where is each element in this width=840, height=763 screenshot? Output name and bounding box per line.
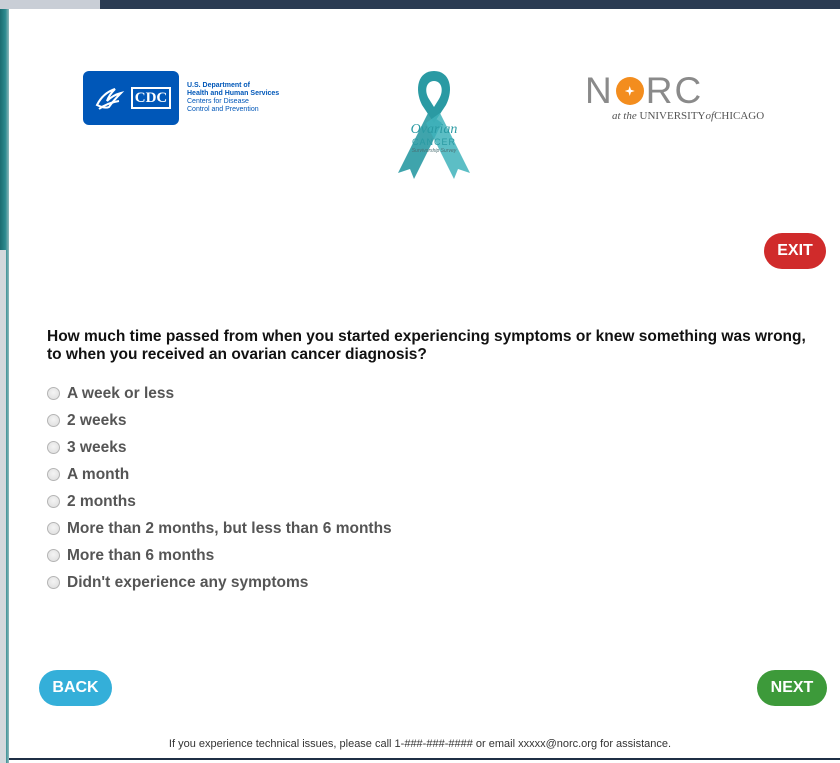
option-2-weeks[interactable]: 2 weeks [47,407,392,434]
cdc-badge-text: CDC [131,87,171,109]
option-3-weeks[interactable]: 3 weeks [47,434,392,461]
norc-sub-of: of [705,110,715,122]
radio-button[interactable] [47,468,60,481]
radio-button[interactable] [47,576,60,589]
option-2-to-6-months[interactable]: More than 2 months, but less than 6 mont… [47,515,392,542]
radio-button[interactable] [47,549,60,562]
norc-sub-university: UNIVERSITY [639,110,706,122]
cdc-caption-line1: U.S. Department of [187,82,251,89]
norc-logo: N RC at the UNIVERSITYofCHICAGO [585,72,785,124]
option-a-month[interactable]: A month [47,461,392,488]
question-text: How much time passed from when you start… [47,328,806,363]
norc-letters-rc: RC [645,70,704,111]
answer-options: A week or less 2 weeks 3 weeks A month 2… [47,380,392,596]
option-label[interactable]: 2 months [67,493,136,511]
option-label[interactable]: More than 6 months [67,547,214,565]
radio-button[interactable] [47,495,60,508]
cdc-caption-line4: Control and Prevention [187,106,259,113]
option-label[interactable]: 2 weeks [67,412,126,430]
radio-button[interactable] [47,414,60,427]
cdc-caption-line3: Centers for Disease [187,98,249,105]
ribbon-subtitle: CANCER [411,137,456,147]
option-more-than-6-months[interactable]: More than 6 months [47,542,392,569]
option-week-or-less[interactable]: A week or less [47,380,392,407]
option-label[interactable]: A month [67,466,129,484]
back-button[interactable]: BACK [39,670,112,706]
radio-button[interactable] [47,441,60,454]
ribbon-caption: Survivorship Survey [411,148,457,154]
norc-letter-n: N [585,70,614,111]
next-button[interactable]: NEXT [757,670,827,706]
norc-wordmark: N RC [585,72,785,110]
option-no-symptoms[interactable]: Didn't experience any symptoms [47,569,392,596]
norc-sub-prefix: at the [612,110,637,122]
norc-star-icon [615,77,644,105]
norc-sub-chicago: CHICAGO [714,110,765,122]
option-label[interactable]: More than 2 months, but less than 6 mont… [67,520,392,538]
option-2-months[interactable]: 2 months [47,488,392,515]
cdc-caption-line2: Health and Human Services [187,90,280,97]
window-bottom-edge [9,758,840,760]
cdc-logo: CDC U.S. Department of Health and Human … [83,71,279,125]
radio-button[interactable] [47,387,60,400]
support-footer: If you experience technical issues, plea… [168,738,672,750]
ovarian-cancer-survey-logo: Ovarian CANCER Survivorship Survey [384,65,484,180]
ribbon-title: Ovarian [410,122,458,137]
hhs-eagle-icon [95,88,125,110]
window-top-bar [0,0,840,9]
option-label[interactable]: A week or less [67,385,174,403]
left-window-edge-lower [0,250,6,763]
browser-tab-strip [0,0,100,9]
option-label[interactable]: Didn't experience any symptoms [67,574,308,592]
exit-button[interactable]: EXIT [764,233,826,269]
norc-subtitle: at the UNIVERSITYofCHICAGO [612,110,785,122]
cdc-badge: CDC [83,71,179,125]
radio-button[interactable] [47,522,60,535]
option-label[interactable]: 3 weeks [67,439,126,457]
cdc-caption: U.S. Department of Health and Human Serv… [187,82,279,114]
